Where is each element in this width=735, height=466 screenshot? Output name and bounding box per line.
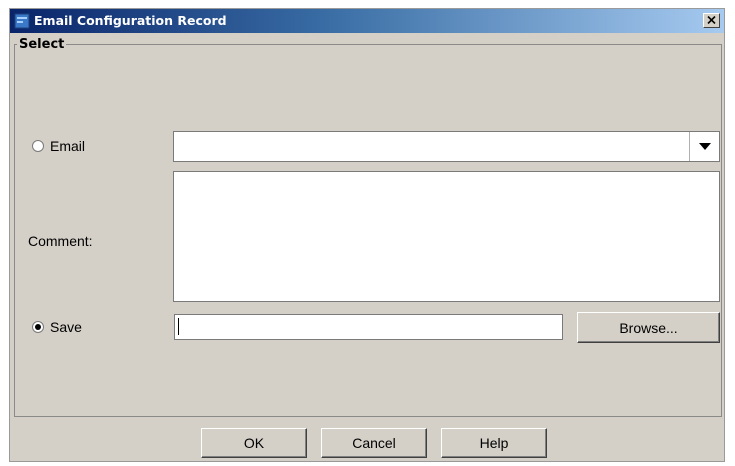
radio-selected-dot [35,324,41,330]
email-radio[interactable] [32,140,44,152]
comment-textarea[interactable] [173,171,720,302]
help-button[interactable]: Help [441,428,547,458]
email-combobox[interactable] [173,131,720,162]
cancel-button[interactable]: Cancel [321,428,427,458]
comment-label: Comment: [28,233,93,249]
close-icon [707,13,716,28]
dialog-window: Email Configuration Record Select Email … [9,8,725,462]
save-label: Save [50,319,82,335]
chevron-down-icon [698,139,711,154]
save-path-input[interactable] [174,314,563,340]
title-bar[interactable]: Email Configuration Record [10,9,724,33]
window-title: Email Configuration Record [34,13,227,28]
save-radio[interactable] [32,321,44,333]
close-button[interactable] [703,13,720,28]
email-dropdown-button[interactable] [689,132,719,161]
select-group-legend: Select [19,37,65,52]
text-caret [178,318,179,335]
ok-button[interactable]: OK [201,428,307,458]
app-icon [14,13,30,29]
browse-button[interactable]: Browse... [577,312,720,343]
email-label: Email [50,138,86,154]
